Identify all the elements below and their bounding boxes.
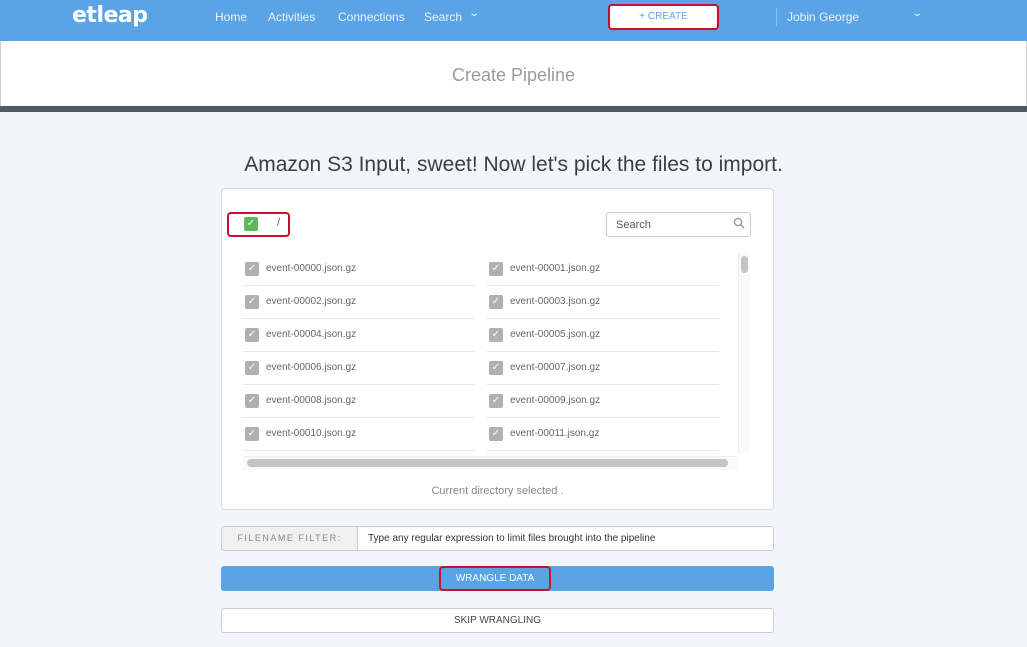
root-checkbox[interactable]: ✓ <box>244 217 258 231</box>
horizontal-scroll-thumb[interactable] <box>247 459 728 467</box>
file-item[interactable]: ✓ event-00007.json.gz <box>487 352 719 385</box>
file-name: event-00011.json.gz <box>510 428 600 439</box>
directory-status: Current directory selected . <box>431 485 564 497</box>
file-name: event-00006.json.gz <box>266 362 357 373</box>
file-name: event-00003.json.gz <box>510 296 601 307</box>
search-icon <box>733 217 745 229</box>
file-checkbox[interactable]: ✓ <box>245 394 259 408</box>
skip-wrangling-button[interactable]: SKIP WRANGLING <box>221 608 774 633</box>
file-item[interactable]: ✓ event-00009.json.gz <box>487 385 719 418</box>
top-navbar: etleap Home Activities Connections Searc… <box>0 0 1027 41</box>
file-checkbox[interactable]: ✓ <box>245 295 259 309</box>
file-name: event-00000.json.gz <box>266 263 357 274</box>
file-checkbox[interactable]: ✓ <box>245 328 259 342</box>
file-checkbox[interactable]: ✓ <box>489 295 503 309</box>
filename-filter-label: FILENAME FILTER: <box>221 526 358 551</box>
user-menu[interactable]: Jobin George <box>787 10 859 24</box>
chevron-down-icon[interactable]: ⌄ <box>468 8 480 19</box>
file-checkbox[interactable]: ✓ <box>489 427 503 441</box>
file-item[interactable]: ✓ event-00008.json.gz <box>243 385 475 418</box>
vertical-scroll-thumb[interactable] <box>741 256 748 273</box>
file-checkbox[interactable]: ✓ <box>489 361 503 375</box>
page-title: Create Pipeline <box>451 65 576 85</box>
nav-search[interactable]: Search <box>424 10 462 24</box>
file-item[interactable]: ✓ event-00004.json.gz <box>243 319 475 352</box>
file-list: ✓ event-00000.json.gz ✓ event-00001.json… <box>243 253 738 453</box>
root-path: / <box>277 217 281 229</box>
step-heading: Amazon S3 Input, sweet! Now let's pick t… <box>244 153 783 176</box>
file-item[interactable]: ✓ event-00010.json.gz <box>243 418 475 451</box>
root-directory-selector[interactable] <box>227 212 290 237</box>
nav-activities[interactable]: Activities <box>268 10 315 24</box>
filename-filter-input[interactable] <box>357 526 774 551</box>
file-name: event-00009.json.gz <box>510 395 601 406</box>
nav-divider <box>776 8 777 26</box>
file-checkbox[interactable]: ✓ <box>245 262 259 276</box>
nav-connections[interactable]: Connections <box>338 10 405 24</box>
file-name: event-00001.json.gz <box>510 263 601 274</box>
file-item[interactable]: ✓ event-00002.json.gz <box>243 286 475 319</box>
etleap-logo[interactable]: etleap <box>72 3 148 28</box>
file-item[interactable]: ✓ event-00006.json.gz <box>243 352 475 385</box>
file-name: event-00010.json.gz <box>266 428 357 439</box>
vertical-scrollbar[interactable] <box>738 253 750 453</box>
file-name: event-00005.json.gz <box>510 329 601 340</box>
file-item[interactable]: ✓ event-00011.json.gz <box>487 418 719 451</box>
wrangle-data-label[interactable]: WRANGLE DATA <box>439 566 551 591</box>
file-name: event-00008.json.gz <box>266 395 357 406</box>
file-item[interactable]: ✓ event-00003.json.gz <box>487 286 719 319</box>
file-item[interactable]: ✓ event-00005.json.gz <box>487 319 719 352</box>
chevron-down-icon[interactable]: ⌄ <box>911 8 923 19</box>
file-name: event-00002.json.gz <box>266 296 357 307</box>
file-item[interactable]: ✓ event-00000.json.gz <box>243 253 475 286</box>
file-name: event-00007.json.gz <box>510 362 601 373</box>
file-checkbox[interactable]: ✓ <box>489 262 503 276</box>
file-checkbox[interactable]: ✓ <box>489 328 503 342</box>
file-search-input[interactable] <box>606 212 751 237</box>
nav-home[interactable]: Home <box>215 10 247 24</box>
file-name: event-00004.json.gz <box>266 329 357 340</box>
file-checkbox[interactable]: ✓ <box>245 361 259 375</box>
file-item[interactable]: ✓ event-00001.json.gz <box>487 253 719 286</box>
create-button[interactable]: + CREATE <box>608 4 719 30</box>
file-checkbox[interactable]: ✓ <box>489 394 503 408</box>
file-checkbox[interactable]: ✓ <box>245 427 259 441</box>
